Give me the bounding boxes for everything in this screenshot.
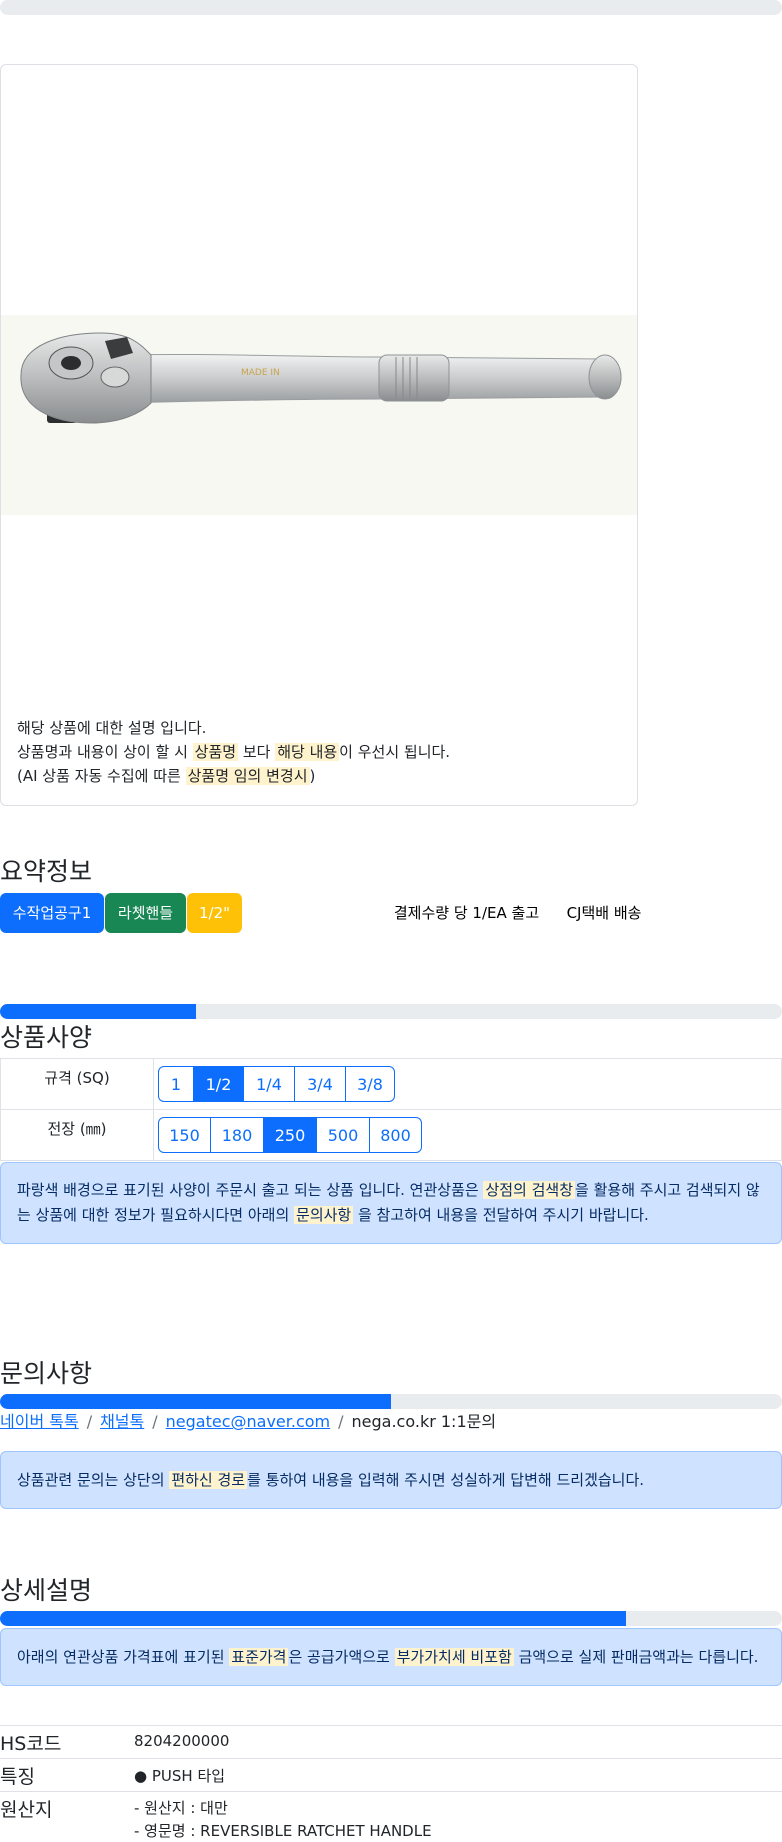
detail-row-hscode: HS코드 8204200000 [0, 1725, 782, 1759]
notice-text: 이 우선시 됩니다. [339, 743, 451, 761]
option-button[interactable]: 500 [316, 1117, 370, 1153]
alert-highlight: 문의사항 [294, 1206, 354, 1224]
spec-options: 1 1/2 1/4 3/4 3/8 [153, 1058, 782, 1110]
notice-line-3: (AI 상품 자동 수집에 따른 상품명 임의 변경시) [17, 764, 450, 788]
spec-title: 상품사양 [0, 1023, 93, 1052]
alert-text: 은 공급가액으로 [288, 1648, 395, 1666]
alert-highlight: 부가가치세 비포함 [394, 1648, 514, 1666]
option-button-selected[interactable]: 1/2 [193, 1066, 244, 1102]
option-button-selected[interactable]: 250 [263, 1117, 317, 1153]
option-button[interactable]: 800 [369, 1117, 422, 1153]
detail-key: 원산지 [0, 1799, 53, 1821]
badge-category: 수작업공구1 [0, 893, 104, 933]
alert-highlight: 표준가격 [229, 1648, 289, 1666]
detail-progress-fill [0, 1611, 626, 1626]
option-button[interactable]: 1 [158, 1066, 194, 1102]
ratchet-handle-image: MADE IN [20, 332, 622, 424]
email-link[interactable]: negatec@naver.com [166, 1412, 330, 1431]
detail-row-feature: 특징 ● PUSH 타입 [0, 1758, 782, 1792]
badge-label: 1/2" [198, 904, 231, 922]
badge-shipping-qty: 결제수량 당 1/EA 출고 [382, 893, 551, 933]
notice-text: 보다 [238, 743, 276, 761]
top-progress-bar [0, 0, 782, 15]
option-button[interactable]: 150 [158, 1117, 211, 1153]
alert-highlight: 상점의 검색창 [483, 1181, 576, 1199]
badge-product-type: 라쳇핸들 [105, 893, 186, 933]
detail-title: 상세설명 [0, 1576, 93, 1605]
detail-value: - 원산지 : 대만 [134, 1799, 228, 1817]
detail-value: ● PUSH 타입 [134, 1767, 226, 1785]
badge-label: CJ택배 배송 [566, 904, 642, 922]
badge-brand: 지니어스액세서리 [243, 893, 381, 933]
alert-text: 파랑색 배경으로 표기된 사양이 주문시 출고 되는 상품 입니다. 연관상품은 [17, 1181, 484, 1199]
badge-label: 지니어스액세서리 [256, 904, 368, 922]
detail-row-origin: 원산지 - 원산지 : 대만 - 영문명 : REVERSIBLE RATCHE… [0, 1791, 782, 1842]
summary-title: 요약정보 [0, 857, 93, 886]
separator: / [152, 1412, 158, 1431]
spec-row: 규격 (SQ) 1 1/2 1/4 3/4 3/8 [0, 1058, 782, 1110]
option-button[interactable]: 1/4 [243, 1066, 295, 1102]
badge-label: 결제수량 당 1/EA 출고 [393, 904, 540, 922]
badge-size: 1/2" [187, 893, 242, 933]
svg-text:MADE IN: MADE IN [241, 368, 280, 378]
inquiry-alert: 상품관련 문의는 상단의 편하신 경로 를 통하여 내용을 입력해 주시면 성실하… [0, 1451, 782, 1509]
naver-talk-link[interactable]: 네이버 톡톡 [0, 1412, 79, 1431]
channel-talk-link[interactable]: 채널톡 [100, 1412, 144, 1431]
alert-text: 아래의 연관상품 가격표에 표기된 [17, 1648, 230, 1666]
notice-text: ) [309, 767, 316, 785]
separator: / [86, 1412, 93, 1431]
spec-options: 150 180 250 500 800 [153, 1109, 782, 1161]
notice-highlight: 상품명 임의 변경시 [185, 767, 310, 785]
notice-text: (AI 상품 자동 수집에 따른 [17, 767, 186, 785]
alert-highlight: 편하신 경로 [169, 1471, 248, 1489]
notice-highlight: 해당 내용 [275, 743, 340, 761]
detail-key: HS코드 [0, 1733, 62, 1755]
notice-highlight: 상품명 [192, 743, 239, 761]
badge-label: 수작업공구1 [12, 904, 92, 922]
notice-line-1: 해당 상품에 대한 설명 입니다. [17, 719, 207, 737]
notice-line-2: 상품명과 내용이 상이 할 시 상품명 보다 해당 내용 이 우선시 됩니다. [17, 740, 450, 764]
option-button[interactable]: 3/4 [294, 1066, 346, 1102]
option-button[interactable]: 180 [210, 1117, 264, 1153]
spec-table: 규격 (SQ) 1 1/2 1/4 3/4 3/8 전장 (㎜) 150 180… [0, 1058, 782, 1161]
product-notice: 해당 상품에 대한 설명 입니다. 상품명과 내용이 상이 할 시 상품명 보다… [17, 716, 450, 788]
product-image[interactable]: MADE IN [1, 315, 637, 515]
badge-delivery: CJ택배 배송 [552, 893, 656, 933]
spec-key: 전장 (㎜) [0, 1109, 154, 1161]
site-inquiry-text: nega.co.kr 1:1문의 [351, 1412, 497, 1431]
alert-text: 금액으로 실제 판매금액과는 다릅니다. [513, 1648, 759, 1666]
spec-progress-bar [0, 1004, 782, 1019]
detail-key: 특징 [0, 1766, 35, 1788]
detail-value: - 영문명 : REVERSIBLE RATCHET HANDLE [134, 1822, 432, 1840]
inquiry-title: 문의사항 [0, 1359, 93, 1388]
option-button[interactable]: 3/8 [345, 1066, 395, 1102]
notice-text: 상품명과 내용이 상이 할 시 [17, 743, 193, 761]
alert-text: 상품관련 문의는 상단의 [17, 1471, 170, 1489]
spec-progress-fill [0, 1004, 196, 1019]
spec-row: 전장 (㎜) 150 180 250 500 800 [0, 1109, 782, 1161]
inquiry-links: 네이버 톡톡 / 채널톡 / negatec@naver.com / nega.co.kr … [0, 1408, 496, 1432]
alert-text: 를 통하여 내용을 입력해 주시면 성실하게 답변해 드리겠습니다. [247, 1471, 645, 1489]
inquiry-progress-fill [0, 1394, 391, 1409]
badge-label: 라쳇핸들 [117, 904, 174, 922]
product-card: MADE IN 해당 상품에 대한 설명 입니다. 상품명과 내용이 상이 할 … [0, 64, 638, 806]
spec-alert: 파랑색 배경으로 표기된 사양이 주문시 출고 되는 상품 입니다. 연관상품은… [0, 1162, 782, 1244]
spec-key: 규격 (SQ) [0, 1058, 154, 1110]
inquiry-progress-bar [0, 1394, 782, 1409]
detail-value: 8204200000 [134, 1732, 230, 1750]
alert-text: 을 참고하여 내용을 전달하여 주시기 바랍니다. [353, 1206, 649, 1224]
detail-progress-bar [0, 1611, 782, 1626]
separator: / [338, 1412, 344, 1431]
detail-alert: 아래의 연관상품 가격표에 표기된 표준가격 은 공급가액으로 부가가치세 비포함… [0, 1628, 782, 1686]
